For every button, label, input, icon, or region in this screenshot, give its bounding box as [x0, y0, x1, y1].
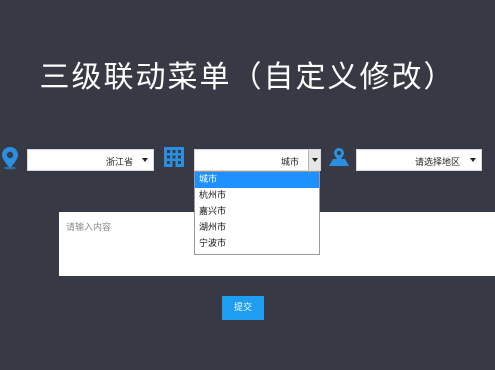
city-dropdown-list: 城市 杭州市 嘉兴市 湖州市 宁波市: [194, 171, 320, 255]
city-option[interactable]: 杭州市: [195, 188, 319, 204]
building-icon: [163, 146, 185, 168]
chevron-down-icon: [312, 158, 318, 162]
city-option[interactable]: 湖州市: [195, 220, 319, 236]
province-select-value: 浙江省: [106, 158, 134, 168]
province-select[interactable]: 浙江省: [27, 149, 154, 171]
chevron-down-icon: [142, 158, 148, 162]
district-select-value: 请选择地区: [415, 158, 461, 168]
city-select[interactable]: 城市: [194, 149, 321, 171]
location-pin-icon: [1, 146, 19, 170]
city-option[interactable]: 宁波市: [195, 236, 319, 252]
city-select-value: 城市: [281, 158, 300, 168]
chevron-down-icon: [470, 158, 476, 162]
city-option[interactable]: 嘉兴市: [195, 204, 319, 220]
content-placeholder: 请输入内容: [66, 223, 112, 233]
submit-button[interactable]: 提交: [222, 296, 264, 320]
city-option[interactable]: 城市: [195, 172, 319, 188]
district-select[interactable]: 请选择地区: [356, 149, 482, 171]
dropdown-button[interactable]: [308, 150, 320, 170]
map-location-icon: [328, 146, 350, 168]
page-title: 三级联动菜单（自定义修改）: [39, 60, 456, 95]
